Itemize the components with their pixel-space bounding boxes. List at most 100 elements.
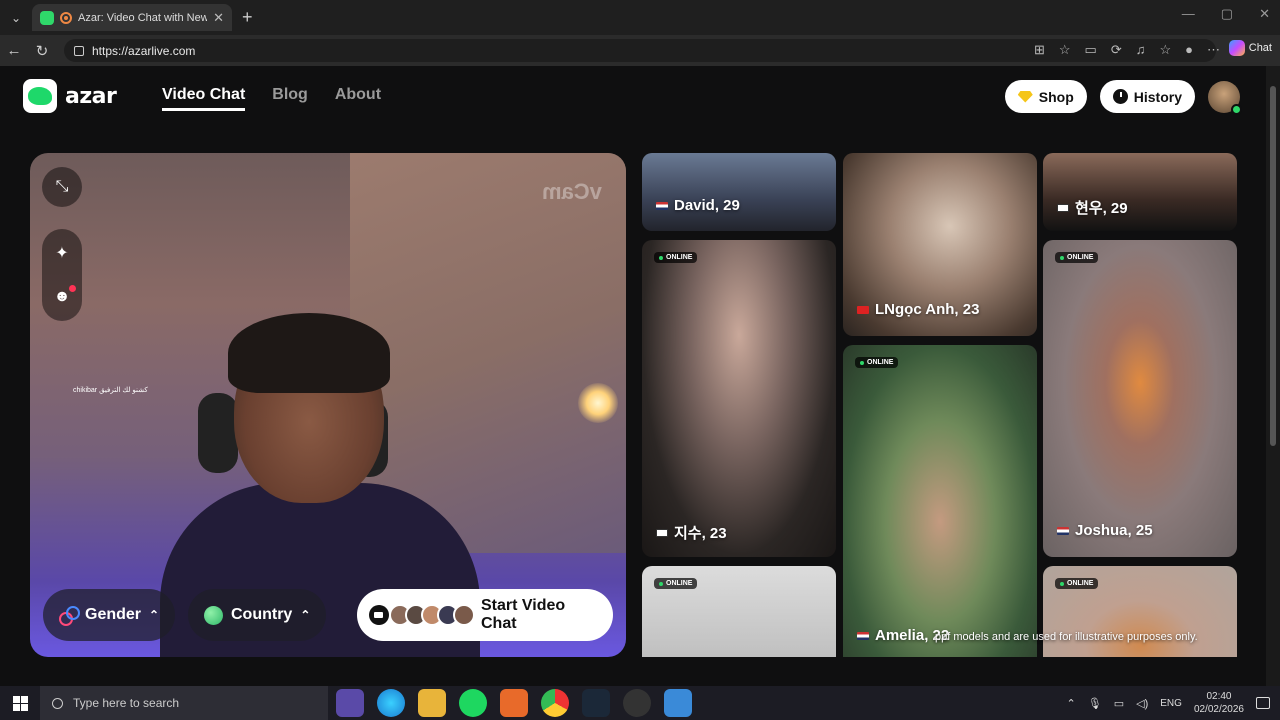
chrome-app-icon[interactable] (541, 689, 569, 717)
recording-icon (60, 11, 72, 24)
gender-icon (59, 606, 80, 626)
search-placeholder: Type here to search (73, 696, 180, 710)
favorites-icon[interactable]: ☆ (1159, 42, 1171, 58)
favorite-star-icon[interactable]: ☆ (1059, 42, 1071, 58)
profile-card[interactable]: David, 29 (642, 153, 836, 231)
tab-title: Azar: Video Chat with New Pe (78, 11, 208, 24)
magic-wand-button[interactable]: ✦ (42, 233, 82, 273)
shop-button[interactable]: Shop (1004, 80, 1087, 113)
camera-icon[interactable]: ▭ (1085, 42, 1097, 58)
discord-app-icon[interactable] (336, 689, 364, 717)
steam-app-icon[interactable] (582, 689, 610, 717)
kr-flag-icon (1057, 203, 1069, 212)
profile-name: Joshua, 25 (1057, 522, 1153, 539)
history-button[interactable]: History (1099, 80, 1195, 113)
online-badge: ONLINE (1055, 578, 1099, 589)
windows-logo-icon (12, 695, 28, 711)
logo-text: azar (65, 83, 117, 109)
back-arrow-icon[interactable]: ← (0, 42, 28, 59)
tab-list-dropdown[interactable]: ⌄ (6, 8, 26, 28)
mini-avatar (453, 604, 475, 626)
kr-flag-icon (656, 528, 668, 537)
gender-filter-button[interactable]: Gender ⌃ (43, 589, 176, 641)
azar-logo-icon (23, 79, 57, 113)
network-icon[interactable]: ▭ (1114, 697, 1124, 710)
profile-name: 현우, 29 (1057, 197, 1128, 218)
scroll-thumb[interactable] (1270, 86, 1276, 446)
page-scrollbar[interactable] (1266, 66, 1280, 686)
profile-card[interactable]: ONLINE (642, 566, 836, 657)
minimize-button[interactable]: — (1182, 6, 1195, 22)
start-video-chat-button[interactable]: Start Video Chat (357, 589, 613, 641)
profile-card[interactable]: 현우, 29 (1043, 153, 1237, 231)
edge-app-icon[interactable] (377, 689, 405, 717)
us-flag-icon (857, 631, 869, 640)
tab-close-icon[interactable]: ✕ (213, 10, 224, 26)
taskbar-search[interactable]: Type here to search (40, 686, 328, 720)
browser-toolbar-icons: ⊞ ☆ ▭ ⟳ ♫ ☆ ● ⋯ (1034, 42, 1220, 58)
windows-start-button[interactable] (0, 686, 40, 720)
smiley-icon: ☻ (53, 288, 71, 305)
profile-name: David, 29 (656, 197, 740, 214)
headphone-left (198, 393, 238, 473)
profile-card[interactable]: ONLINE Joshua, 25 (1043, 240, 1237, 557)
search-icon (52, 697, 63, 709)
chevron-up-icon: ⌃ (300, 608, 311, 622)
new-tab-button[interactable]: + (242, 7, 253, 28)
more-menu-icon[interactable]: ⋯ (1207, 42, 1220, 58)
camera-person-hair (228, 313, 390, 393)
apps-icon[interactable]: ⊞ (1034, 42, 1045, 58)
language-indicator[interactable]: ENG (1160, 698, 1182, 709)
camera-preview: vCam chikibar كشنو لك الترفيق ⤡ ✦ ☻ Gend… (30, 153, 626, 657)
microphone-icon[interactable]: 🎙 (1088, 697, 1102, 710)
site-info-icon[interactable] (74, 45, 84, 56)
copilot-label: Chat (1248, 42, 1272, 54)
window-controls: — ▢ ✕ (1182, 6, 1270, 22)
spotify-app-icon[interactable] (459, 689, 487, 717)
address-bar: ← ↻ https://azarlive.com ⊞ ☆ ▭ ⟳ ♫ ☆ ● ⋯… (0, 35, 1280, 66)
tray-chevron-icon[interactable]: ⌃ (1067, 697, 1076, 710)
copilot-chat-button[interactable]: Chat (1228, 40, 1272, 56)
face-filter-button[interactable]: ☻ (42, 277, 82, 317)
notification-icon[interactable] (1256, 697, 1270, 709)
profile-card[interactable]: ONLINE Amelia, 22 (843, 345, 1037, 657)
user-avatar[interactable] (1208, 80, 1242, 115)
disclaimer-text: ppf models and are used for illustrative… (935, 631, 1198, 643)
profile-name: LNgọc Anh, 23 (857, 301, 979, 318)
chat-controls: Gender ⌃ Country ⌃ Start Video Chat (43, 589, 613, 643)
profile-card[interactable]: LNgọc Anh, 23 (843, 153, 1037, 336)
globe-icon (204, 605, 223, 625)
app-icon[interactable] (664, 689, 692, 717)
obs-app-icon[interactable] (623, 689, 651, 717)
app-icon[interactable] (500, 689, 528, 717)
profile-icon[interactable]: ● (1185, 42, 1193, 58)
gender-label: Gender (85, 606, 142, 623)
nav-about[interactable]: About (335, 86, 381, 111)
country-label: Country (231, 606, 293, 623)
volume-icon[interactable]: ◁) (1136, 697, 1148, 710)
maximize-button[interactable]: ▢ (1221, 6, 1233, 22)
nav-blog[interactable]: Blog (272, 86, 308, 111)
azar-logo[interactable]: azar (23, 79, 117, 113)
profile-gallery: David, 29 ONLINE 지수, 23 ONLINE LNgọc Anh… (642, 153, 1238, 657)
magic-wand-icon: ✦ (55, 245, 69, 262)
close-window-button[interactable]: ✕ (1259, 6, 1270, 22)
minimize-view-button[interactable]: ⤡ (42, 167, 82, 207)
profile-card[interactable]: ONLINE 지수, 23 (642, 240, 836, 557)
refresh-icon[interactable]: ↻ (28, 42, 56, 60)
extensions-icon[interactable]: ⟳ (1111, 42, 1122, 58)
file-explorer-icon[interactable] (418, 689, 446, 717)
system-tray: ⌃ 🎙 ▭ ◁) ENG 02:40 02/02/2026 (1067, 686, 1270, 720)
profile-card[interactable]: ONLINE (1043, 566, 1237, 657)
browser-tab[interactable]: Azar: Video Chat with New Pe ✕ (32, 4, 232, 31)
copilot-icon (1228, 40, 1245, 56)
chevron-up-icon: ⌃ (149, 608, 160, 622)
tray-clock[interactable]: 02:40 02/02/2026 (1194, 690, 1244, 716)
camera-tools: ⤡ ✦ ☻ (42, 167, 82, 321)
nav-video-chat[interactable]: Video Chat (162, 86, 246, 111)
media-icon[interactable]: ♫ (1136, 42, 1146, 58)
camera-lamp (578, 383, 618, 423)
country-filter-button[interactable]: Country ⌃ (188, 589, 327, 641)
minimize-view-icon: ⤡ (55, 178, 69, 195)
online-badge: ONLINE (654, 252, 698, 263)
